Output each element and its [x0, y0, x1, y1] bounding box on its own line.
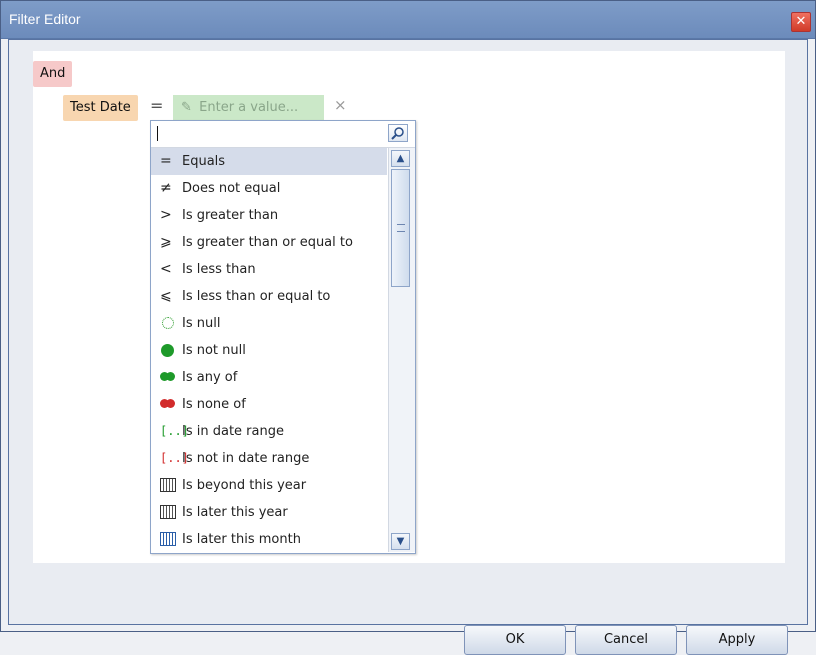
list-item-label: Is less than [182, 262, 256, 277]
list-item[interactable]: Is later this year [151, 499, 387, 526]
date-range-red-icon: [..] [160, 451, 189, 465]
search-icon [391, 127, 404, 140]
chevron-up-icon: ▲ [396, 153, 405, 164]
list-item-label: Is in date range [182, 424, 284, 439]
grip-icon [397, 224, 405, 232]
value-placeholder: Enter a value... [199, 100, 299, 115]
list-item-label: Is not null [182, 343, 246, 358]
apply-button[interactable]: Apply [686, 625, 788, 655]
red-dots-icon [160, 391, 182, 419]
list-item[interactable]: < Is less than [151, 256, 387, 283]
list-item-label: Is later this year [182, 505, 288, 520]
list-item[interactable]: Is none of [151, 391, 387, 418]
list-item-label: Is any of [182, 370, 238, 385]
group-operator-node[interactable]: And [33, 61, 73, 87]
list-item-label: Is null [182, 316, 221, 331]
scroll-up-button[interactable]: ▲ [391, 150, 410, 167]
list-item-label: Is greater than or equal to [182, 235, 353, 250]
list-item[interactable]: [..]Is in date range [151, 418, 387, 445]
operator-search-input[interactable] [151, 121, 415, 148]
operator-dropdown: = Equals ≠ Does not equal > Is greater than ⩾ I… [150, 120, 416, 554]
list-item[interactable]: ⩽ Is less than or equal to [151, 283, 387, 310]
list-item-label: Is beyond this year [182, 478, 307, 493]
condition-operator[interactable]: = [150, 96, 163, 115]
list-item-label: Equals [182, 154, 226, 169]
list-item-label: Does not equal [182, 181, 281, 196]
green-dot-icon [160, 337, 182, 364]
greater-or-equal-icon: ⩾ [160, 234, 172, 250]
title-bar[interactable]: Filter Editor ✕ [1, 1, 815, 39]
remove-condition-button[interactable]: × [334, 96, 347, 114]
not-equal-icon: ≠ [160, 180, 172, 196]
date-range-green-icon: [..] [160, 424, 189, 438]
list-item[interactable]: Is beyond this year [151, 472, 387, 499]
list-item[interactable]: [..]Is not in date range [151, 445, 387, 472]
list-item-label: Is greater than [182, 208, 279, 223]
greater-than-icon: > [160, 207, 172, 223]
dotted-circle-icon [160, 310, 182, 337]
list-item-label: Is less than or equal to [182, 289, 331, 304]
scroll-thumb[interactable] [391, 169, 410, 287]
condition-field-node[interactable]: Test Date [63, 95, 138, 121]
scroll-down-button[interactable]: ▼ [391, 533, 410, 550]
text-caret [157, 126, 158, 141]
list-item[interactable]: = Equals [151, 148, 387, 175]
list-item[interactable]: Is later this month [151, 526, 387, 552]
close-button[interactable]: ✕ [791, 12, 811, 32]
list-item[interactable]: > Is greater than [151, 202, 387, 229]
chevron-down-icon: ▼ [396, 536, 405, 547]
list-item[interactable]: Is not null [151, 337, 387, 364]
list-item-label: Is not in date range [182, 451, 310, 466]
list-item-label: Is none of [182, 397, 246, 412]
list-item[interactable]: Is null [151, 310, 387, 337]
search-button[interactable] [388, 124, 408, 142]
cancel-button[interactable]: Cancel [575, 625, 677, 655]
calendar-blue-icon [160, 526, 182, 552]
list-item[interactable]: ≠ Does not equal [151, 175, 387, 202]
equals-icon: = [160, 153, 172, 169]
pencil-icon: ✎ [181, 100, 192, 115]
list-item[interactable]: ⩾ Is greater than or equal to [151, 229, 387, 256]
green-dots-icon [160, 364, 182, 392]
operator-list: = Equals ≠ Does not equal > Is greater than ⩾ I… [151, 148, 387, 552]
calendar-icon [160, 499, 182, 526]
list-item-label: Is later this month [182, 532, 301, 547]
ok-button[interactable]: OK [464, 625, 566, 655]
calendar-icon [160, 472, 182, 499]
less-or-equal-icon: ⩽ [160, 288, 172, 304]
condition-value-input[interactable]: ✎ Enter a value... [173, 95, 324, 121]
list-item[interactable]: Is any of [151, 364, 387, 391]
window-title: Filter Editor [9, 11, 81, 27]
operator-list-scrollbar[interactable]: ▲ ▼ [388, 148, 415, 552]
less-than-icon: < [160, 261, 172, 277]
